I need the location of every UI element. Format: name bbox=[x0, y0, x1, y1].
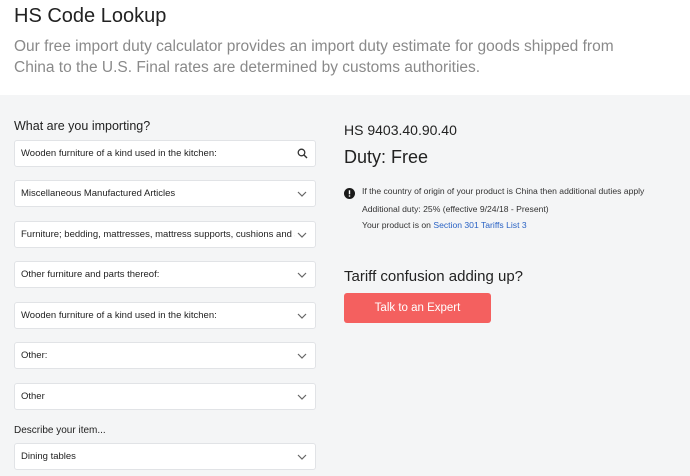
page-header: HS Code Lookup Our free import duty calc… bbox=[0, 0, 690, 95]
talk-to-expert-button[interactable]: Talk to an Expert bbox=[344, 293, 491, 323]
chevron-down-icon bbox=[295, 228, 309, 242]
category-select-6[interactable]: Other bbox=[14, 383, 316, 410]
additional-duty: Additional duty: 25% (effective 9/24/18 … bbox=[362, 204, 549, 214]
origin-notice: If the country of origin of your product… bbox=[362, 186, 645, 196]
importing-label: What are you importing? bbox=[14, 119, 151, 133]
category-select-value: Wooden furniture of a kind used in the k… bbox=[21, 310, 217, 321]
info-icon bbox=[344, 186, 355, 199]
result-panel: HS 9403.40.90.40 Duty: Free If the count… bbox=[344, 95, 690, 476]
chevron-down-icon bbox=[295, 268, 309, 282]
confusion-heading: Tariff confusion adding up? bbox=[344, 268, 524, 285]
describe-item-value: Dining tables bbox=[21, 451, 76, 462]
chevron-down-icon bbox=[295, 390, 309, 404]
category-select-5[interactable]: Other: bbox=[14, 342, 316, 369]
category-select-2[interactable]: Furniture; bedding, mattresses, mattress… bbox=[14, 221, 316, 248]
category-select-1[interactable]: Miscellaneous Manufactured Articles bbox=[14, 180, 316, 207]
page-subtitle: Our free import duty calculator provides… bbox=[14, 38, 614, 76]
section-301-link[interactable]: Section 301 Tariffs List 3 bbox=[433, 220, 526, 230]
category-select-4[interactable]: Wooden furniture of a kind used in the k… bbox=[14, 302, 316, 329]
category-select-3[interactable]: Other furniture and parts thereof: bbox=[14, 261, 316, 288]
search-icon[interactable] bbox=[295, 147, 309, 161]
tariff-list-prefix: Your product is on bbox=[362, 220, 434, 230]
duty-rate: Duty: Free bbox=[344, 147, 429, 167]
category-select-value: Other: bbox=[21, 350, 48, 361]
search-input[interactable]: Wooden furniture of a kind used in the k… bbox=[14, 140, 316, 167]
category-select-value: Other furniture and parts thereof: bbox=[21, 269, 160, 280]
describe-item-select[interactable]: Dining tables bbox=[14, 443, 316, 470]
category-select-value: Miscellaneous Manufactured Articles bbox=[21, 188, 176, 199]
search-input-value: Wooden furniture of a kind used in the k… bbox=[21, 148, 217, 159]
category-select-value: Other bbox=[21, 391, 45, 402]
chevron-down-icon bbox=[295, 450, 309, 464]
chevron-down-icon bbox=[295, 349, 309, 363]
page-title: HS Code Lookup bbox=[14, 5, 167, 27]
chevron-down-icon bbox=[295, 309, 309, 323]
tariff-list-line: Your product is on Section 301 Tariffs L… bbox=[362, 220, 527, 230]
category-select-value: Furniture; bedding, mattresses, mattress… bbox=[21, 229, 295, 240]
lookup-panel: What are you importing? Wooden furniture… bbox=[0, 95, 690, 476]
describe-label: Describe your item... bbox=[14, 425, 106, 436]
chevron-down-icon bbox=[295, 187, 309, 201]
hs-code: HS 9403.40.90.40 bbox=[344, 122, 457, 138]
lookup-form: What are you importing? Wooden furniture… bbox=[0, 95, 330, 476]
